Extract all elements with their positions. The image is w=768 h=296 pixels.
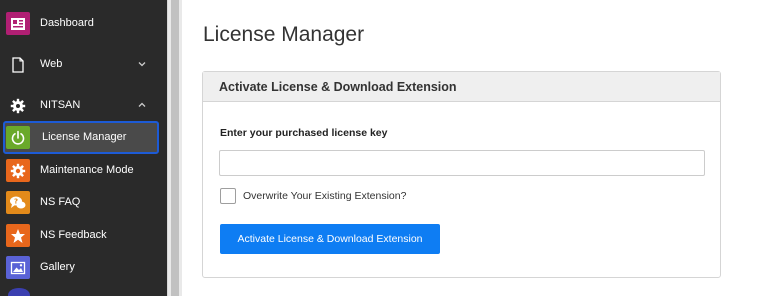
scrollbar-thumb[interactable] — [171, 0, 179, 296]
sidebar-item-label: NS FAQ — [40, 196, 81, 208]
chevron-down-icon[interactable] — [137, 59, 147, 69]
sidebar-item-label: Dashboard — [40, 17, 94, 29]
svg-text:?: ? — [14, 197, 18, 205]
sidebar-item-maintenance-mode[interactable]: Maintenance Mode — [0, 154, 167, 186]
document-icon — [6, 53, 30, 76]
sidebar-item-dashboard[interactable]: Dashboard — [0, 7, 167, 39]
maintenance-gear-icon — [6, 159, 30, 182]
overwrite-checkbox[interactable] — [220, 188, 236, 204]
sidebar: Dashboard Web NITSAN License Manager Mai… — [0, 0, 167, 296]
sidebar-item-label: License Manager — [42, 131, 127, 143]
sidebar-item-label: NS Feedback — [40, 229, 107, 241]
sidebar-item-label: NITSAN — [40, 99, 81, 111]
activate-download-button[interactable]: Activate License & Download Extension — [220, 224, 440, 254]
sidebar-item-label: Web — [40, 58, 63, 70]
page-title: License Manager — [203, 23, 365, 46]
sidebar-scrollbar[interactable] — [167, 0, 182, 296]
sidebar-item-label: Maintenance Mode — [40, 164, 134, 176]
main-content: License Manager Activate License & Downl… — [182, 0, 768, 296]
license-key-label: Enter your purchased license key — [220, 127, 388, 139]
panel-header: Activate License & Download Extension — [203, 72, 720, 102]
sidebar-item-nitsan[interactable]: NITSAN — [0, 89, 167, 121]
sidebar-item-web[interactable]: Web — [0, 48, 167, 80]
dashboard-icon — [6, 12, 30, 35]
sidebar-item-label: Gallery — [40, 261, 75, 273]
sidebar-item-ns-faq[interactable]: ? NS FAQ — [0, 186, 167, 218]
license-panel: Activate License & Download Extension En… — [202, 71, 721, 278]
chevron-up-icon[interactable] — [137, 100, 147, 110]
gear-icon — [6, 94, 30, 117]
sidebar-item-ns-feedback[interactable]: NS Feedback — [0, 219, 167, 251]
sidebar-item-license-manager[interactable]: License Manager — [3, 121, 159, 154]
star-icon — [6, 224, 30, 247]
overwrite-checkbox-label[interactable]: Overwrite Your Existing Extension? — [243, 190, 406, 202]
power-icon — [6, 126, 30, 149]
gallery-icon — [6, 256, 30, 279]
sidebar-item-gallery[interactable]: Gallery — [0, 251, 167, 283]
license-key-input[interactable] — [219, 150, 705, 176]
next-item-icon — [8, 288, 30, 296]
faq-icon: ? — [6, 191, 30, 214]
